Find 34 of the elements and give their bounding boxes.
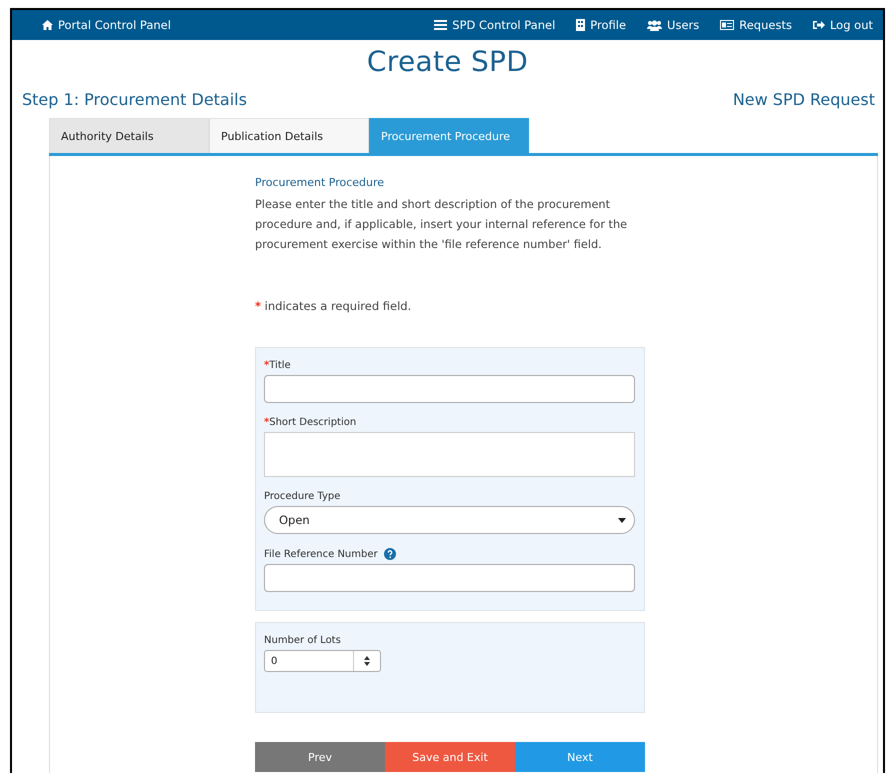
field-label: *Short Description — [264, 417, 356, 428]
field-label: Number of Lots — [264, 635, 341, 646]
building-icon — [576, 19, 586, 31]
users-icon — [647, 20, 662, 30]
page-title: Create SPD — [366, 44, 530, 80]
list-icon — [434, 20, 448, 30]
nav-link[interactable]: Log out — [812, 18, 873, 32]
request-type: New SPD Request — [732, 90, 875, 111]
intro-text: Please enter the title and short description of the procurement procedure and, if applicable, insert your internal reference for the procurement exercise within the 'file reference number' field. — [255, 197, 628, 253]
nav-link[interactable]: Requests — [720, 18, 792, 32]
text-area[interactable] — [264, 432, 635, 477]
nav-link[interactable]: Users — [647, 18, 700, 32]
field-label: File Reference Number — [264, 548, 378, 560]
nav-link[interactable]: Profile — [576, 18, 626, 32]
id-card-icon — [720, 20, 734, 30]
dropdown[interactable]: Open — [264, 506, 635, 534]
step-title: Step 1: Procurement Details — [22, 90, 247, 111]
back-button[interactable]: Prev — [255, 742, 385, 772]
field-label: Procedure Type — [264, 491, 340, 502]
required-note: * indicates a required field. — [255, 299, 412, 313]
caret-icon — [618, 518, 626, 522]
logout-icon — [812, 20, 825, 30]
text-field[interactable] — [264, 564, 635, 592]
help-icon[interactable] — [384, 548, 396, 560]
nav-link[interactable]: SPD Control Panel — [434, 18, 556, 32]
home-icon — [42, 20, 53, 30]
tab[interactable]: Authority Details — [49, 118, 209, 153]
number-field[interactable]: 0 — [264, 650, 381, 672]
spinner-icon[interactable] — [364, 656, 370, 666]
text-field[interactable] — [264, 375, 635, 403]
section-heading: Procurement Procedure — [255, 176, 386, 189]
tab[interactable]: Publication Details — [209, 118, 369, 153]
portal-link[interactable]: Portal Control Panel — [42, 18, 171, 32]
field-label: *Title — [264, 360, 291, 371]
